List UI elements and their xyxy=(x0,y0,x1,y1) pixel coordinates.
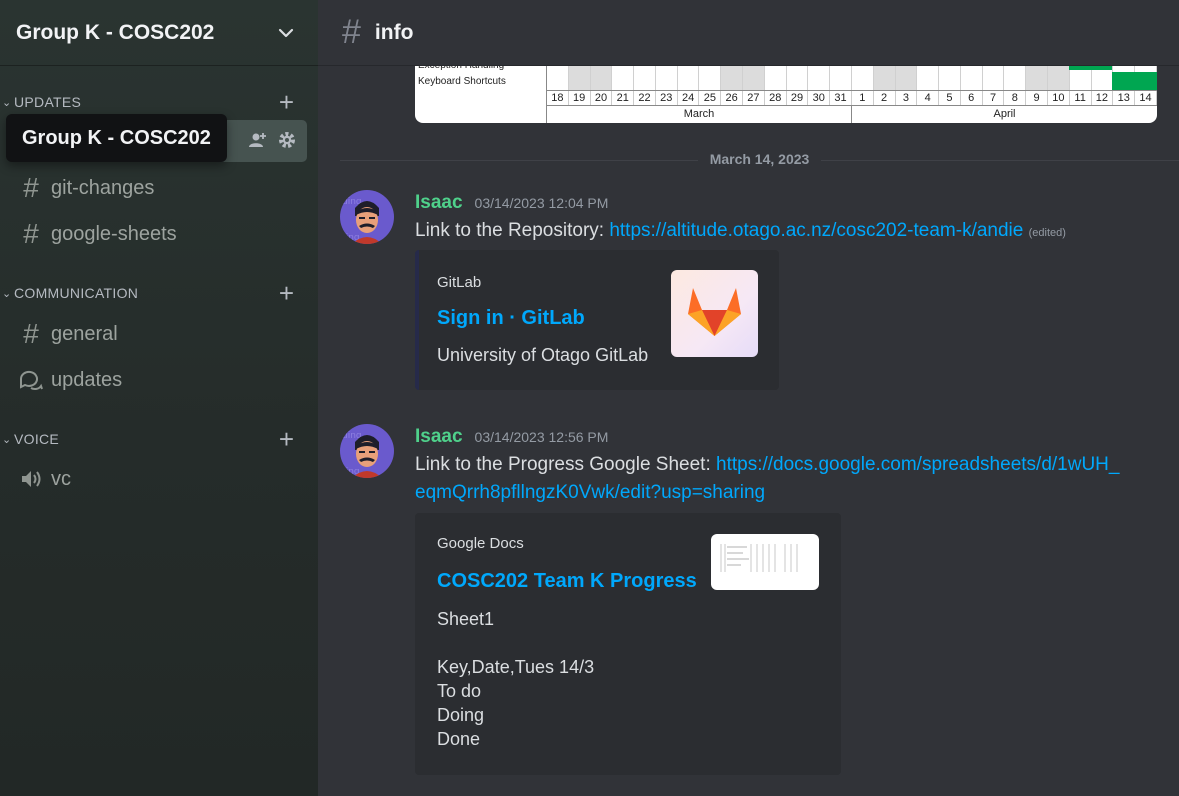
embed-provider[interactable]: GitLab xyxy=(437,274,481,291)
category-label: VOICE xyxy=(14,431,60,447)
day-cell: 12 xyxy=(1092,91,1114,105)
embed-description: University of Otago GitLab xyxy=(437,345,649,365)
embed-provider[interactable]: Google Docs xyxy=(437,535,524,552)
channel-sidebar: Group K - COSC202 ⌄ UPDATES + # git-chan… xyxy=(0,0,318,796)
embed-description: Sheet1 Key,Date,Tues 14/3 To do Doing Do… xyxy=(437,609,595,749)
date-divider-label: March 14, 2023 xyxy=(697,151,822,167)
month-label: March xyxy=(547,106,852,123)
create-channel-icon[interactable]: + xyxy=(279,280,294,306)
message-content: Link to the Repository: https://altitude… xyxy=(415,217,1066,247)
day-cell: 18 xyxy=(547,91,569,105)
channel-item-git-changes[interactable]: # git-changes xyxy=(8,167,307,209)
day-cell: 19 xyxy=(569,91,591,105)
message-content: Link to the Progress Google Sheet: https… xyxy=(415,451,1119,507)
channel-item-updates[interactable]: updates xyxy=(8,359,307,401)
day-cell: 26 xyxy=(721,91,744,105)
create-channel-icon[interactable]: + xyxy=(279,426,294,452)
category-communication[interactable]: ⌄ COMMUNICATION + xyxy=(0,280,318,306)
edited-marker: (edited) xyxy=(1028,227,1066,239)
category-label: UPDATES xyxy=(14,94,82,110)
day-cell: 21 xyxy=(612,91,635,105)
day-cell: 9 xyxy=(1026,91,1048,105)
day-cell: 2 xyxy=(874,91,896,105)
date-divider: March 14, 2023 xyxy=(340,151,1179,167)
day-cell: 28 xyxy=(765,91,787,105)
day-cell: 5 xyxy=(939,91,961,105)
server-name-tooltip: Group K - COSC202 xyxy=(6,114,227,162)
day-cell: 27 xyxy=(743,91,765,105)
embed-title[interactable]: Sign in · GitLab xyxy=(437,307,585,330)
category-voice[interactable]: ⌄ VOICE + xyxy=(0,426,318,452)
repository-link[interactable]: https://altitude.otago.ac.nz/cosc202-tea… xyxy=(609,220,1023,241)
chevron-down-icon[interactable]: ⌄ xyxy=(2,433,14,446)
day-cell: 29 xyxy=(787,91,809,105)
day-cell: 8 xyxy=(1004,91,1027,105)
day-cell: 23 xyxy=(656,91,678,105)
sheet-thumbnail[interactable] xyxy=(711,534,819,590)
month-label: April xyxy=(993,108,1016,120)
day-cell: 4 xyxy=(917,91,940,105)
day-cell: 3 xyxy=(896,91,918,105)
day-row: 18 19 20 21 22 23 24 25 26 27 28 29 30 31 1 2 3 4 5 6 7 8 9 10 1… xyxy=(547,90,1157,106)
day-cell: 13 xyxy=(1113,91,1136,105)
author-name[interactable]: Isaac xyxy=(415,192,463,214)
chevron-down-icon[interactable]: ⌄ xyxy=(2,96,14,109)
channel-header: # info xyxy=(318,0,1179,66)
spreadsheet-link[interactable]: https://docs.google.com/spreadsheets/d/1… xyxy=(716,454,1119,475)
gantt-bar xyxy=(1112,72,1157,90)
channel-label: general xyxy=(51,322,118,345)
day-cell: 20 xyxy=(591,91,613,105)
timestamp: 03/14/2023 12:04 PM xyxy=(474,195,609,211)
server-header[interactable]: Group K - COSC202 xyxy=(0,0,318,66)
day-cell: 31 xyxy=(830,91,852,105)
link-embed: GitLab Sign in · GitLab University of Ot… xyxy=(415,250,779,390)
channel-label: google-sheets xyxy=(51,222,177,245)
create-channel-icon[interactable]: + xyxy=(279,89,294,115)
chevron-down-icon[interactable] xyxy=(276,23,296,43)
hash-icon: # xyxy=(23,172,39,203)
avatar[interactable]: ding ding xyxy=(340,190,394,244)
channel-label: updates xyxy=(51,368,123,391)
author-name[interactable]: Isaac xyxy=(415,426,463,448)
channel-label: git-changes xyxy=(51,176,155,199)
speaker-icon xyxy=(18,466,44,492)
row-label: Keyboard Shortcuts xyxy=(418,76,506,87)
day-cell: 14 xyxy=(1135,91,1157,105)
chat-area: # info Exception Handling Keyboard Short… xyxy=(318,0,1179,796)
chevron-down-icon[interactable]: ⌄ xyxy=(2,287,14,300)
day-cell: 24 xyxy=(678,91,700,105)
timestamp: 03/14/2023 12:56 PM xyxy=(474,429,609,445)
day-cell: 7 xyxy=(983,91,1005,105)
embed-title[interactable]: COSC202 Team K Progress xyxy=(437,570,697,593)
message-text: Link to the Progress Google Sheet: xyxy=(415,454,717,475)
gear-icon[interactable] xyxy=(277,130,297,150)
day-cell: 10 xyxy=(1048,91,1070,105)
invite-icon[interactable] xyxy=(248,130,268,150)
day-cell: 1 xyxy=(852,91,874,105)
server-name: Group K - COSC202 xyxy=(16,20,215,44)
day-cell: 6 xyxy=(961,91,983,105)
day-cell: 25 xyxy=(699,91,722,105)
hash-icon: # xyxy=(23,218,39,249)
hash-icon: # xyxy=(23,318,39,349)
channel-item-vc[interactable]: vc xyxy=(8,458,307,500)
day-cell: 22 xyxy=(634,91,656,105)
channel-item-general[interactable]: # general xyxy=(8,313,307,355)
channel-title: info xyxy=(374,20,414,44)
gitlab-logo-thumbnail[interactable] xyxy=(671,270,758,357)
avatar[interactable]: ding ding xyxy=(340,424,394,478)
channel-label: vc xyxy=(51,467,71,490)
day-cell: 11 xyxy=(1070,91,1092,105)
message-text: Link to the Repository: xyxy=(415,220,610,241)
category-updates[interactable]: ⌄ UPDATES + xyxy=(0,89,318,115)
channel-item-google-sheets[interactable]: # google-sheets xyxy=(8,213,307,255)
spreadsheet-link-continued[interactable]: eqmQrrh8pfllngzK0Vwk/edit?usp=sharing xyxy=(415,482,765,503)
forum-icon xyxy=(18,367,44,393)
category-label: COMMUNICATION xyxy=(14,285,139,301)
link-embed: Google Docs COSC202 Team K Progress Shee… xyxy=(415,513,841,775)
hash-icon: # xyxy=(342,13,361,51)
day-cell: 30 xyxy=(808,91,831,105)
